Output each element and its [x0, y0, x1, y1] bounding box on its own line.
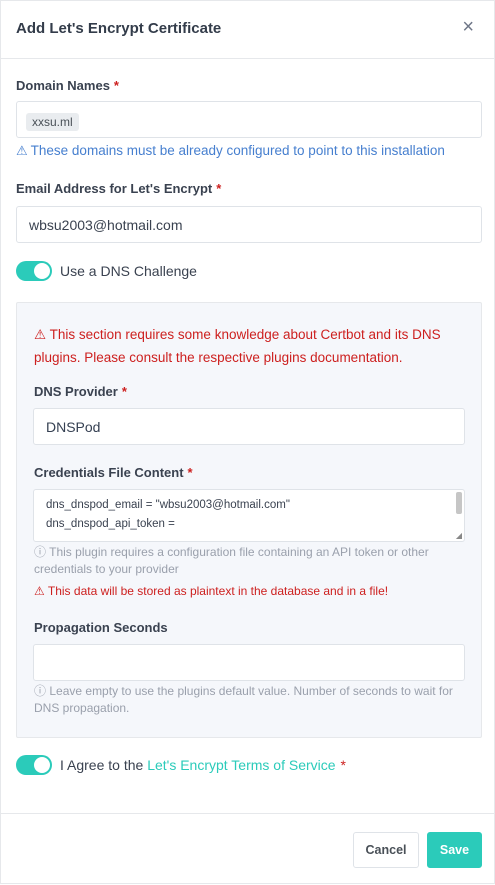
modal-header: Add Let's Encrypt Certificate ×: [1, 1, 494, 59]
email-value: wbsu2003@hotmail.com: [29, 217, 183, 233]
modal-footer: Cancel Save: [1, 813, 494, 885]
domain-names-input[interactable]: xxsu.ml: [16, 101, 482, 138]
agree-terms-toggle[interactable]: [16, 755, 52, 775]
dns-provider-select[interactable]: DNSPod: [33, 408, 465, 445]
required-mark: *: [121, 384, 127, 399]
propagation-seconds-input[interactable]: [33, 644, 465, 681]
info-icon: ⓘ: [34, 684, 47, 698]
cancel-button[interactable]: Cancel: [353, 832, 419, 868]
modal-title: Add Let's Encrypt Certificate: [16, 20, 222, 37]
email-label-text: Email Address for Let's Encrypt: [16, 181, 213, 196]
close-icon[interactable]: ×: [462, 17, 474, 37]
dns-provider-label-text: DNS Provider: [34, 384, 118, 399]
resize-handle-icon[interactable]: ◢: [456, 531, 462, 540]
credentials-line: dns_dnspod_api_token =: [46, 518, 175, 530]
warning-icon: ⚠: [16, 143, 28, 158]
credentials-label-text: Credentials File Content: [34, 465, 184, 480]
save-button[interactable]: Save: [427, 832, 482, 868]
propagation-label: Propagation Seconds: [34, 620, 168, 635]
required-mark: *: [187, 465, 193, 480]
propagation-info: ⓘ Leave empty to use the plugins default…: [34, 683, 466, 717]
dns-challenge-label: Use a DNS Challenge: [60, 263, 197, 279]
info-icon: ⓘ: [34, 545, 47, 559]
domains-hint-text: These domains must be already configured…: [30, 143, 445, 158]
required-mark: *: [216, 181, 222, 196]
propagation-info-text: Leave empty to use the plugins default v…: [34, 684, 453, 715]
dns-warning-text: This section requires some knowledge abo…: [34, 327, 441, 365]
agree-terms-label: I Agree to the Let's Encrypt Terms of Se…: [60, 757, 346, 773]
domain-names-label-text: Domain Names: [16, 78, 110, 93]
required-mark: *: [113, 78, 119, 93]
email-label: Email Address for Let's Encrypt *: [16, 181, 221, 196]
agree-prefix: I Agree to the: [60, 757, 144, 773]
domain-tag[interactable]: xxsu.ml: [26, 113, 79, 131]
dns-challenge-section: ⚠ This section requires some knowledge a…: [16, 302, 482, 738]
warning-icon: ⚠: [34, 327, 47, 342]
textarea-scrollbar[interactable]: [456, 492, 462, 514]
email-field[interactable]: wbsu2003@hotmail.com: [16, 206, 482, 243]
toggle-knob: [34, 757, 50, 773]
domains-hint: ⚠ These domains must be already configure…: [16, 143, 445, 159]
credentials-warning-text: This data will be stored as plaintext in…: [47, 584, 389, 598]
credentials-label: Credentials File Content *: [34, 465, 193, 480]
credentials-line: dns_dnspod_email = "wbsu2003@hotmail.com…: [46, 499, 290, 511]
required-mark: *: [340, 757, 346, 773]
toggle-knob: [34, 263, 50, 279]
warning-icon: ⚠: [34, 584, 45, 598]
dns-provider-label: DNS Provider *: [34, 384, 127, 399]
dns-challenge-toggle[interactable]: [16, 261, 52, 281]
domain-names-label: Domain Names *: [16, 78, 119, 93]
credentials-textarea[interactable]: dns_dnspod_email = "wbsu2003@hotmail.com…: [33, 489, 465, 542]
dns-warning: ⚠ This section requires some knowledge a…: [34, 323, 464, 369]
credentials-info-text: This plugin requires a configuration fil…: [34, 545, 429, 576]
terms-of-service-link[interactable]: Let's Encrypt Terms of Service: [147, 757, 335, 773]
credentials-info: ⓘ This plugin requires a configuration f…: [34, 544, 459, 578]
credentials-warning: ⚠ This data will be stored as plaintext …: [34, 584, 388, 598]
dns-provider-value: DNSPod: [46, 419, 101, 435]
add-certificate-modal: Add Let's Encrypt Certificate × Domain N…: [0, 0, 495, 884]
